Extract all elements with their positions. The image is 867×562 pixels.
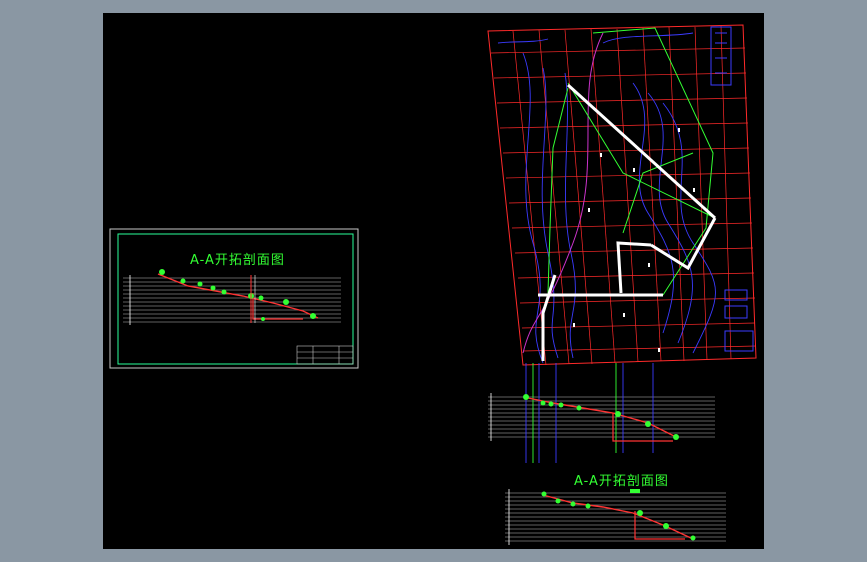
legend-box-icon <box>710 26 754 352</box>
bottom-section-strata <box>505 492 726 542</box>
title-block-icon <box>296 345 354 365</box>
left-section-title: A-A开拓剖面图 <box>190 253 285 268</box>
mid-section-strata <box>488 396 715 438</box>
cad-drawing-canvas[interactable]: A-A开拓剖面图 A-A开拓剖面图 <box>103 13 764 549</box>
bottom-section-title: A-A开拓剖面图 <box>574 474 669 489</box>
plan-contours <box>497 32 716 364</box>
left-section-strata <box>123 277 341 323</box>
plan-markers <box>573 128 695 352</box>
drawing-svg <box>109 24 757 545</box>
plan-mine-boundary <box>522 32 604 354</box>
plan-grid-boundary <box>487 24 757 366</box>
